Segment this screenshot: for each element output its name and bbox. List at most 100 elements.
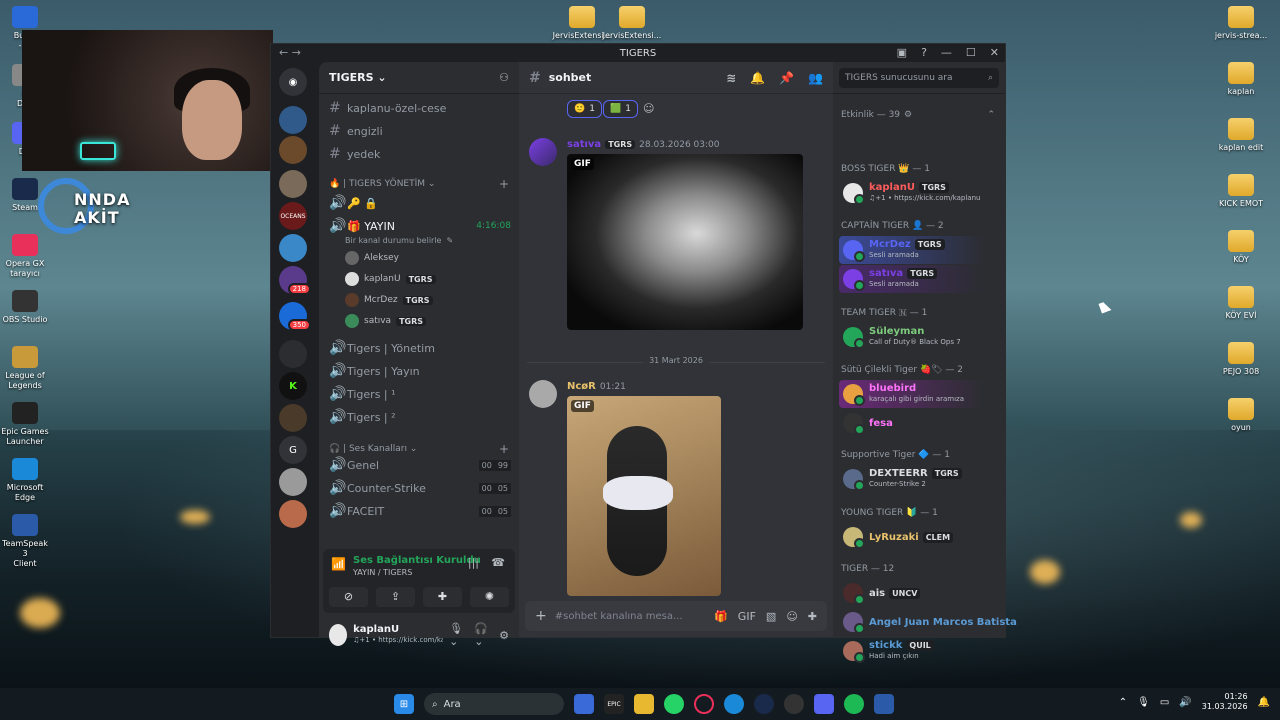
channel-text[interactable]: # kaplanu-özel-cese (329, 98, 511, 118)
server-icon-kick[interactable]: K (279, 372, 307, 400)
message-avatar[interactable] (529, 138, 557, 166)
help-icon[interactable]: ? (921, 46, 927, 59)
member-item[interactable]: McrDez TGRS Sesli aramada (839, 236, 1001, 264)
activity-header[interactable]: Etkinlik — 39 ⚙ (841, 110, 912, 120)
channel-voice[interactable]: 🔊 Tigers | Yönetim (329, 338, 511, 358)
minimize-button[interactable]: — (941, 46, 952, 59)
gift-icon[interactable]: 🎁 (714, 610, 728, 623)
microphone-icon[interactable]: 🎙⌄ (449, 622, 468, 648)
add-reaction-icon[interactable]: ☺ (643, 102, 654, 115)
close-button[interactable]: ✕ (990, 46, 999, 59)
sticker-icon[interactable]: ▧ (766, 610, 776, 623)
desktop-folder-icon[interactable]: KÖY (1209, 230, 1273, 265)
connection-status[interactable]: Ses Bağlantısı Kuruldu (353, 555, 481, 566)
whatsapp-icon[interactable] (664, 694, 684, 714)
member-item[interactable]: kaplanU TGRS ♫+1 • https://kick.com/kaplan… (839, 179, 1001, 207)
voice-user[interactable]: satıva TGRS (345, 311, 427, 331)
pin-icon[interactable]: 📌 (779, 71, 794, 85)
add-member-icon[interactable]: ⚇ (499, 71, 509, 84)
member-item[interactable]: Süleyman Call of Duty® Black Ops 7 (839, 323, 1001, 351)
member-item[interactable]: ais UNCV (839, 579, 1001, 607)
disconnect-icon[interactable]: ☎ (491, 556, 505, 569)
desktop-folder-icon[interactable]: kaplan edit (1209, 118, 1273, 153)
epic-icon[interactable]: EPIC (604, 694, 624, 714)
soundboard-button[interactable]: ✺ (470, 587, 509, 607)
desktop-folder-icon[interactable]: jervis-strea... (1209, 6, 1273, 41)
settings-gear-icon[interactable]: ⚙ (499, 629, 509, 642)
server-search-input[interactable]: TIGERS sunucusunu ara ⌕ (839, 67, 999, 88)
gif-picker-icon[interactable]: GIF (738, 610, 756, 623)
add-channel-icon[interactable]: + (499, 177, 509, 191)
server-icon[interactable] (279, 170, 307, 198)
channel-voice[interactable]: 🔊 FACEIT 00 05 (329, 501, 511, 521)
threads-icon[interactable]: ≋ (726, 71, 736, 85)
desktop-icon[interactable]: Microsoft Edge (0, 458, 50, 503)
message-author[interactable]: NcøR (567, 381, 596, 392)
channel-text[interactable]: # yedek (329, 144, 511, 164)
headphones-icon[interactable]: 🎧⌄ (474, 622, 493, 648)
network-icon[interactable]: ▭ (1160, 697, 1169, 708)
desktop-icon[interactable]: TeamSpeak 3 Client (0, 514, 50, 569)
gif-attachment[interactable]: GIF (567, 396, 721, 596)
voice-user[interactable]: Aleksey (345, 248, 399, 268)
category-management[interactable]: 🔥 | TIGERS YÖNETİM ⌄ + (329, 177, 509, 191)
maximize-button[interactable]: ☐ (966, 46, 976, 59)
edge-icon[interactable] (724, 694, 744, 714)
server-icon[interactable] (279, 340, 307, 368)
clock[interactable]: 01:26 31.03.2026 (1202, 692, 1248, 712)
explorer-icon[interactable] (634, 694, 654, 714)
camera-button[interactable]: ⊘ (329, 587, 368, 607)
mic-icon[interactable]: 🎙 (1137, 697, 1150, 708)
inbox-icon[interactable]: ▣ (897, 46, 907, 59)
attach-plus-icon[interactable]: + (535, 608, 547, 624)
message-input[interactable]: #sohbet kanalına mesa... (555, 611, 683, 622)
desktop-icon-jervis-2[interactable]: JervisExtensi... (600, 6, 664, 41)
member-item[interactable]: bluebird karaçalı gibi girdin aramıza (839, 380, 1001, 408)
server-icon-g[interactable]: G (279, 436, 307, 464)
channel-voice[interactable]: 🔊 Genel 00 99 (329, 455, 511, 475)
member-item[interactable]: DEXTEERR TGRS Counter-Strike 2 (839, 465, 1001, 493)
volume-icon[interactable]: 🔊 (1179, 697, 1191, 708)
desktop-folder-icon[interactable]: KÖY EVİ (1209, 286, 1273, 321)
start-button[interactable]: ⊞ (394, 694, 414, 714)
server-icon[interactable] (279, 234, 307, 262)
server-icon[interactable] (279, 500, 307, 528)
desktop-icon[interactable]: Opera GX tarayıcı (0, 234, 50, 279)
spotify-icon[interactable] (844, 694, 864, 714)
channel-voice[interactable]: 🔊 Counter-Strike 00 05 (329, 478, 511, 498)
home-button[interactable]: ◉ (279, 68, 307, 96)
discord-icon[interactable] (814, 694, 834, 714)
server-icon[interactable] (279, 404, 307, 432)
server-header[interactable]: TIGERS ⌄ ⚇ (319, 62, 519, 94)
desktop-folder-icon[interactable]: KICK EMOT (1209, 174, 1273, 209)
collapse-icon[interactable]: ⌃ (987, 110, 995, 120)
app-icon[interactable] (574, 694, 594, 714)
server-icon[interactable] (279, 106, 307, 134)
steam-icon[interactable] (754, 694, 774, 714)
nav-arrows[interactable]: ← → (279, 46, 301, 59)
desktop-icon[interactable]: OBS Studio (0, 290, 50, 325)
member-item[interactable]: Angel Juan Marcos Batista (839, 608, 1017, 636)
message-avatar[interactable] (529, 380, 557, 408)
channel-voice[interactable]: 🔊 Tigers | ² (329, 407, 511, 427)
add-channel-icon[interactable]: + (499, 442, 509, 456)
bell-icon[interactable]: 🔔 (750, 71, 765, 85)
server-icon[interactable]: 350 (279, 302, 311, 331)
channel-voice[interactable]: 🔊 Tigers | ¹ (329, 384, 511, 404)
voice-user[interactable]: McrDez TGRS (345, 290, 433, 310)
member-item[interactable]: LyRuzaki CLEM (839, 523, 1001, 551)
gif-attachment[interactable]: GIF (567, 154, 803, 330)
connection-location[interactable]: YAYIN / TIGERS (353, 568, 412, 577)
desktop-icon[interactable]: Epic Games Launcher (0, 402, 50, 447)
channel-voice[interactable]: 🔊 Tigers | Yayın (329, 361, 511, 381)
reaction-button[interactable]: 🟩 1 (603, 100, 638, 118)
desktop-icon[interactable]: League of Legends (0, 346, 50, 391)
message-author[interactable]: satıva (567, 139, 601, 150)
desktop-folder-icon[interactable]: PEJO 308 (1209, 342, 1273, 377)
channel-text[interactable]: # engizli (329, 121, 511, 141)
member-item[interactable]: fesa (839, 409, 1001, 437)
reaction-button[interactable]: 🙂 1 (567, 100, 602, 118)
chevron-up-icon[interactable]: ⌃ (1119, 697, 1127, 708)
screenshare-button[interactable]: ⇪ (376, 587, 415, 607)
user-avatar[interactable] (329, 624, 348, 646)
